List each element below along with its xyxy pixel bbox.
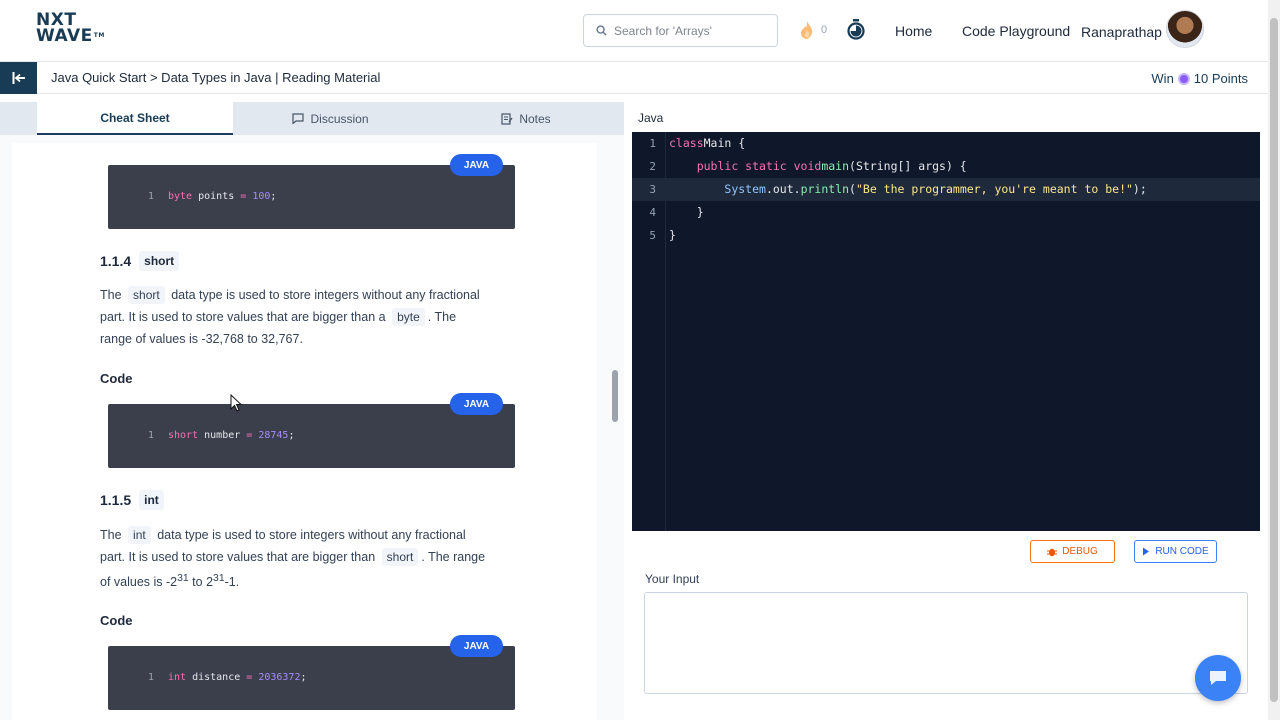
logo-line2: WAVE <box>36 26 93 46</box>
tab-cheat-sheet-label: Cheat Sheet <box>100 110 170 125</box>
flame-icon <box>801 21 813 39</box>
page-scrollbar-thumb[interactable] <box>1270 18 1278 702</box>
help-chat-button[interactable] <box>1195 655 1241 701</box>
mouse-cursor-icon <box>230 394 242 412</box>
editor-line-code: public static voidmain(String[] args) { <box>696 159 967 173</box>
nav-home-link[interactable]: Home <box>895 23 932 39</box>
editor-line[interactable]: 1 classMain { <box>632 132 1260 155</box>
tab-notes-label: Notes <box>519 111 551 126</box>
page-scrollbar[interactable] <box>1268 0 1280 720</box>
paragraph-short: The short data type is used to store int… <box>100 286 480 346</box>
tab-notes[interactable]: Notes <box>428 102 624 135</box>
top-navbar: NXT WAVETM Search for 'Arrays' 0 Home Co… <box>0 0 1268 62</box>
java-language-tag: JAVA <box>450 154 503 176</box>
code-editor[interactable]: 1 classMain { 2 public static voidmain(Str… <box>632 132 1260 531</box>
editor-line-number: 1 <box>649 137 656 150</box>
code-editor-panel: Java 1 classMain { 2 public static voidmai… <box>624 102 1268 720</box>
code-label: Code <box>100 371 133 386</box>
paragraph-int: The int data type is used to store integ… <box>100 526 486 590</box>
run-code-button[interactable]: RUN CODE <box>1134 540 1217 563</box>
input-label: Your Input <box>645 572 700 586</box>
editor-line-number: 2 <box>649 160 656 173</box>
nxtwave-logo[interactable]: NXT WAVETM <box>36 12 105 46</box>
logo-tm: TM <box>93 32 105 39</box>
coin-icon <box>1177 72 1190 85</box>
bug-icon <box>1047 548 1058 556</box>
section-number: 1.1.5 <box>100 492 132 508</box>
section-keyword: short <box>139 251 180 271</box>
editor-line-number: 3 <box>649 183 656 196</box>
points-label: 10 Points <box>1193 71 1248 86</box>
editor-line-code: } <box>669 205 704 219</box>
section-heading-short: 1.1.4 short <box>100 251 180 271</box>
tab-discussion[interactable]: Discussion <box>233 102 428 135</box>
custom-input-field[interactable] <box>644 592 1248 694</box>
section-heading-int: 1.1.5 int <box>100 490 164 510</box>
language-label: Java <box>638 111 664 125</box>
sidebar-toggle-button[interactable] <box>0 62 37 94</box>
search-placeholder: Search for 'Arrays' <box>614 23 712 38</box>
search-icon <box>596 25 607 36</box>
editor-line[interactable]: 5} <box>632 224 1260 247</box>
play-icon <box>1143 547 1150 556</box>
section-keyword: int <box>139 490 164 510</box>
code-block-byte: 1 byte points = 100; <box>108 165 515 229</box>
editor-line[interactable]: 4 } <box>632 201 1260 224</box>
code-block-short: 1 short number = 28745; <box>108 404 515 468</box>
editor-line-code: System.out.println("Be the programmer, y… <box>724 182 1147 196</box>
nav-code-playground-link[interactable]: Code Playground <box>962 23 1070 39</box>
code-text: short number = 28745; <box>168 430 295 441</box>
stopwatch-icon[interactable] <box>846 19 866 41</box>
tab-bar: Cheat Sheet Discussion Notes <box>0 102 624 135</box>
streak-count: 0 <box>821 24 828 36</box>
code-label: Code <box>100 613 133 628</box>
java-language-tag: JAVA <box>450 635 503 657</box>
editor-line-number: 4 <box>649 206 656 219</box>
chat-bubble-icon <box>1210 671 1226 685</box>
tab-cheat-sheet[interactable]: Cheat Sheet <box>37 102 233 135</box>
code-text: byte points = 100; <box>168 191 277 202</box>
line-number: 1 <box>148 430 155 441</box>
streak-counter[interactable]: 0 <box>799 20 827 40</box>
java-language-tag: JAVA <box>450 393 503 415</box>
cheat-sheet-content: 1 byte points = 100; JAVA 1.1.4 short Th… <box>12 143 597 720</box>
win-label: Win <box>1151 71 1174 86</box>
collapse-sidebar-icon <box>12 72 25 84</box>
line-number: 1 <box>148 191 155 202</box>
editor-line-code: classMain { <box>669 136 746 150</box>
win-points-badge: Win 10 Points <box>1151 71 1248 86</box>
chat-icon <box>292 113 305 124</box>
search-input[interactable]: Search for 'Arrays' <box>583 14 778 47</box>
notes-icon <box>501 112 513 125</box>
section-number: 1.1.4 <box>100 253 132 269</box>
editor-line[interactable]: 2 public static voidmain(String[] args) … <box>632 155 1260 178</box>
code-text: int distance = 2036372; <box>168 672 307 683</box>
debug-button[interactable]: DEBUG <box>1030 540 1115 563</box>
editor-line-number: 5 <box>649 229 656 242</box>
tab-discussion-label: Discussion <box>310 111 369 126</box>
editor-line-code: } <box>669 228 676 242</box>
breadcrumb-bar: Java Quick Start > Data Types in Java | … <box>0 62 1268 94</box>
breadcrumb: Java Quick Start > Data Types in Java | … <box>51 70 381 85</box>
avatar[interactable] <box>1166 10 1204 48</box>
editor-line[interactable]: 3 System.out.println("Be the programmer,… <box>632 178 1260 201</box>
run-code-label: RUN CODE <box>1155 546 1209 557</box>
line-number: 1 <box>148 672 155 683</box>
code-block-int: 1 int distance = 2036372; <box>108 646 515 710</box>
debug-label: DEBUG <box>1062 546 1098 557</box>
content-scrollbar[interactable] <box>612 370 618 422</box>
username[interactable]: Ranaprathap <box>1081 24 1162 40</box>
